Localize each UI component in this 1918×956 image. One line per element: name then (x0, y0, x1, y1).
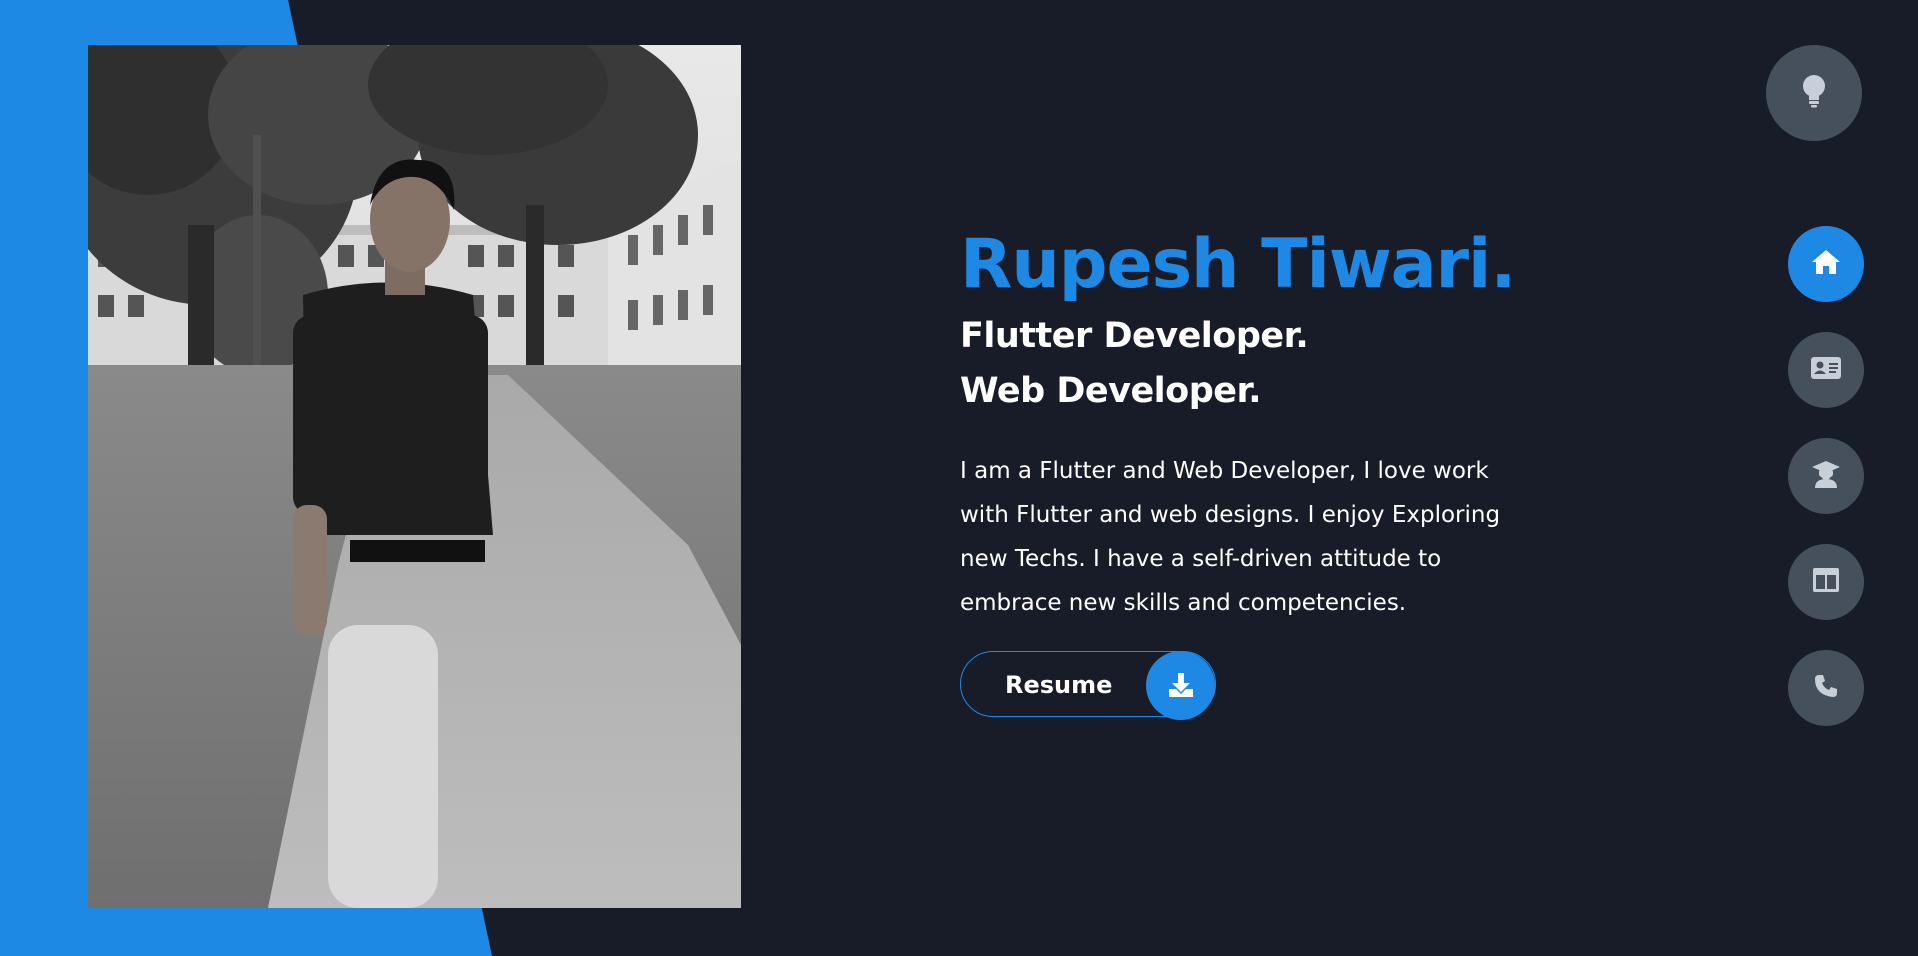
home-icon (1811, 249, 1841, 279)
hero-role-web: Web Developer. (960, 371, 1262, 411)
nav-item-about[interactable] (1788, 332, 1864, 408)
hero-name: Rupesh Tiwari. (960, 225, 1516, 304)
nav-item-contact[interactable] (1788, 650, 1864, 726)
resume-label: Resume (1005, 671, 1113, 699)
id-card-icon (1810, 356, 1842, 384)
resume-button[interactable]: Resume (960, 650, 1216, 720)
side-nav (1788, 226, 1864, 726)
lightbulb-icon (1801, 74, 1827, 112)
phone-icon (1813, 673, 1839, 703)
profile-photo (88, 45, 741, 908)
nav-item-home[interactable] (1788, 226, 1864, 302)
download-icon (1146, 650, 1215, 720)
hero-role-flutter: Flutter Developer. (960, 316, 1309, 356)
nav-item-education[interactable] (1788, 438, 1864, 514)
theme-toggle-button[interactable] (1766, 45, 1862, 141)
layout-icon (1812, 567, 1840, 597)
graduate-icon (1811, 459, 1841, 493)
nav-item-portfolio[interactable] (1788, 544, 1864, 620)
hero-bio: I am a Flutter and Web Developer, I love… (960, 458, 1501, 616)
hero-section: Rupesh Tiwari. Flutter Developer. Web De… (960, 225, 1560, 720)
page: Rupesh Tiwari. Flutter Developer. Web De… (0, 0, 1918, 956)
